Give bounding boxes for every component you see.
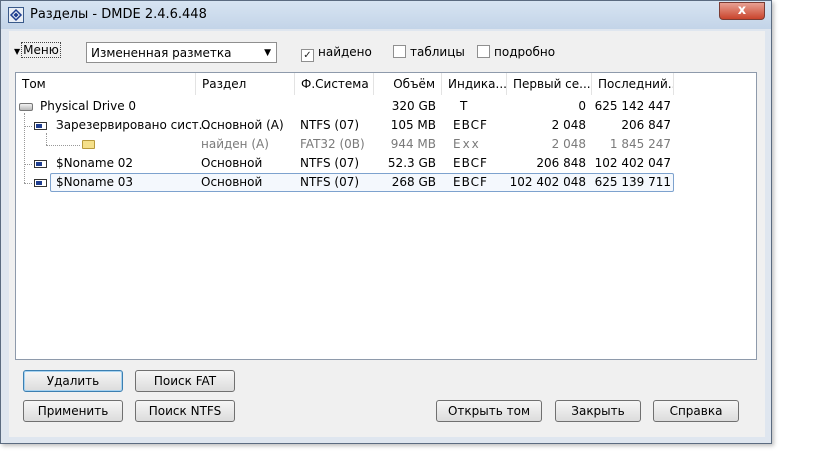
dmde-app-icon — [8, 7, 24, 23]
hard-drive-icon — [19, 103, 33, 111]
partition-icon — [34, 160, 47, 168]
close-button[interactable]: Закрыть — [555, 400, 641, 422]
open-volume-button[interactable]: Открыть том — [436, 400, 542, 422]
window-close-button[interactable]: x — [719, 2, 765, 20]
column-header-indicators[interactable]: Индика... — [442, 73, 507, 95]
column-header-size[interactable]: Объём — [374, 73, 442, 95]
found-checkbox[interactable]: ✓ найдено — [301, 45, 372, 62]
column-header-first-sector[interactable]: Первый се... — [507, 73, 592, 95]
title-bar[interactable]: Разделы - DMDE 2.4.6.448 x — [1, 1, 771, 29]
search-ntfs-button[interactable]: Поиск NTFS — [135, 400, 235, 422]
checkbox-empty-icon — [477, 45, 490, 58]
table-row[interactable]: Physical Drive 0 320 GB T 0 625 142 447 — [16, 97, 756, 116]
tables-checkbox[interactable]: таблицы — [393, 45, 465, 61]
partition-icon — [34, 179, 47, 187]
detailed-checkbox[interactable]: подробно — [477, 45, 555, 61]
table-row-selected[interactable]: $Noname 03 Основной NTFS (07) 268 GB EBC… — [16, 173, 756, 192]
column-header-last-sector[interactable]: Последний... — [592, 73, 674, 95]
menu-button[interactable]: ▼ Меню — [14, 42, 70, 61]
found-partition-icon — [82, 140, 95, 149]
help-button[interactable]: Справка — [653, 400, 739, 422]
delete-button[interactable]: Удалить — [23, 370, 123, 392]
partition-icon — [34, 122, 47, 130]
checkbox-empty-icon — [393, 45, 406, 58]
dropdown-arrow-icon: ▼ — [14, 47, 21, 56]
table-row[interactable]: Зарезервировано сист... Основной (A) NTF… — [16, 116, 756, 135]
table-row[interactable]: найден (A) FAT32 (0B) 944 MB Exx 2 048 1… — [16, 135, 756, 154]
apply-button[interactable]: Применить — [23, 400, 123, 422]
search-fat-button[interactable]: Поиск FAT — [135, 370, 235, 392]
column-header-volume[interactable]: Том — [16, 73, 196, 95]
combobox-value: Измененная разметка — [91, 46, 232, 60]
partition-view-combobox[interactable]: Измененная разметка ▼ — [86, 42, 277, 63]
partitions-list[interactable]: Том Раздел Ф.Система Объём Индика... Пер… — [15, 72, 757, 360]
column-header-filesystem[interactable]: Ф.Система — [295, 73, 374, 95]
chevron-down-icon: ▼ — [264, 48, 271, 58]
column-header-partition[interactable]: Раздел — [196, 73, 295, 95]
checkbox-checked-icon: ✓ — [301, 49, 314, 62]
table-row[interactable]: $Noname 02 Основной NTFS (07) 52.3 GB EB… — [16, 154, 756, 173]
window-title: Разделы - DMDE 2.4.6.448 — [30, 7, 207, 22]
